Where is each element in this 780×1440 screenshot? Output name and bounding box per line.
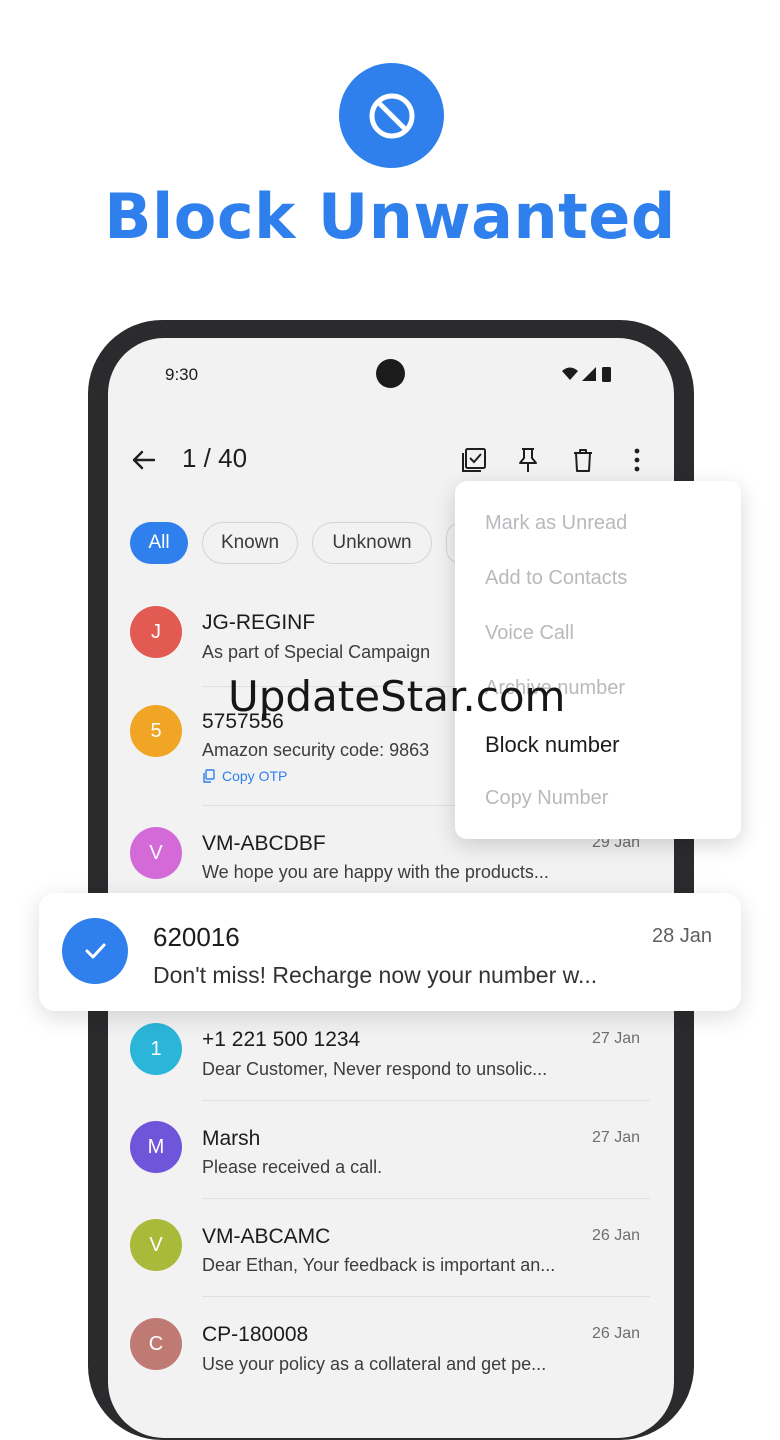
message-date: 26 Jan bbox=[592, 1227, 641, 1244]
avatar: C bbox=[130, 1318, 182, 1370]
avatar: V bbox=[130, 827, 182, 879]
check-icon bbox=[85, 943, 106, 959]
copy-otp-button[interactable]: Copy OTP bbox=[202, 768, 287, 784]
message-preview: Use your policy as a collateral and get … bbox=[202, 1354, 547, 1374]
chip-known[interactable]: Known bbox=[202, 522, 298, 564]
more-icon[interactable] bbox=[623, 446, 651, 474]
message-sender: JG-REGINF bbox=[202, 611, 316, 634]
avatar: V bbox=[130, 1219, 182, 1271]
message-preview: Dear Customer, Never respond to unsolic.… bbox=[202, 1059, 548, 1079]
watermark: UpdateStar.com bbox=[228, 672, 566, 721]
signal-icon bbox=[582, 367, 596, 381]
message-date: 27 Jan bbox=[592, 1129, 641, 1146]
divider bbox=[202, 1296, 650, 1297]
chip-unknown[interactable]: Unknown bbox=[312, 522, 432, 564]
message-preview: As part of Special Campaign bbox=[202, 642, 431, 662]
overflow-menu: Mark as Unread Add to Contacts Voice Cal… bbox=[455, 481, 741, 839]
menu-item-block-number[interactable]: Block number bbox=[485, 732, 620, 758]
chip-all[interactable]: All bbox=[130, 522, 188, 564]
selection-count: 1 / 40 bbox=[182, 443, 248, 473]
block-icon bbox=[339, 63, 444, 168]
selected-message-date: 28 Jan bbox=[652, 925, 713, 947]
selected-check-icon[interactable] bbox=[62, 918, 128, 984]
divider bbox=[202, 1198, 650, 1199]
divider bbox=[202, 1100, 650, 1101]
avatar: J bbox=[130, 606, 182, 658]
copy-otp-label: Copy OTP bbox=[222, 768, 288, 784]
status-time: 9:30 bbox=[165, 365, 199, 384]
avatar: 1 bbox=[130, 1023, 182, 1075]
message-date: 27 Jan bbox=[592, 1030, 641, 1047]
select-all-icon[interactable] bbox=[460, 446, 488, 474]
message-sender: +1 221 500 1234 bbox=[202, 1028, 361, 1051]
message-sender: CP-180008 bbox=[202, 1323, 309, 1346]
message-sender: VM-ABCDBF bbox=[202, 832, 326, 855]
block-icon-glyph bbox=[369, 93, 414, 138]
delete-icon[interactable] bbox=[569, 446, 597, 474]
menu-item-copy-number[interactable]: Copy Number bbox=[485, 787, 608, 810]
pin-icon[interactable] bbox=[514, 446, 542, 474]
message-sender: VM-ABCAMC bbox=[202, 1225, 331, 1248]
avatar: 5 bbox=[130, 705, 182, 757]
menu-item-mark-unread[interactable]: Mark as Unread bbox=[485, 512, 627, 535]
wifi-icon bbox=[562, 367, 578, 380]
hero-title: Block Unwanted bbox=[104, 180, 676, 253]
copy-icon bbox=[203, 769, 215, 783]
message-date: 26 Jan bbox=[592, 1325, 641, 1342]
menu-item-voice-call[interactable]: Voice Call bbox=[485, 622, 574, 645]
message-preview: Amazon security code: 9863 bbox=[202, 740, 430, 760]
status-icons bbox=[562, 367, 611, 382]
selected-message-preview: Don't miss! Recharge now your number w..… bbox=[153, 962, 598, 988]
selected-message-sender: 620016 bbox=[153, 922, 240, 952]
message-preview: We hope you are happy with the products.… bbox=[202, 862, 549, 882]
battery-icon bbox=[602, 367, 611, 382]
message-sender: Marsh bbox=[202, 1127, 261, 1150]
avatar: M bbox=[130, 1121, 182, 1173]
message-preview: Please received a call. bbox=[202, 1157, 383, 1177]
front-camera bbox=[376, 359, 405, 388]
message-preview: Dear Ethan, Your feedback is important a… bbox=[202, 1255, 556, 1275]
selected-message-card[interactable] bbox=[39, 893, 741, 1011]
menu-item-add-contacts[interactable]: Add to Contacts bbox=[485, 567, 627, 590]
back-arrow-icon[interactable] bbox=[130, 446, 158, 474]
